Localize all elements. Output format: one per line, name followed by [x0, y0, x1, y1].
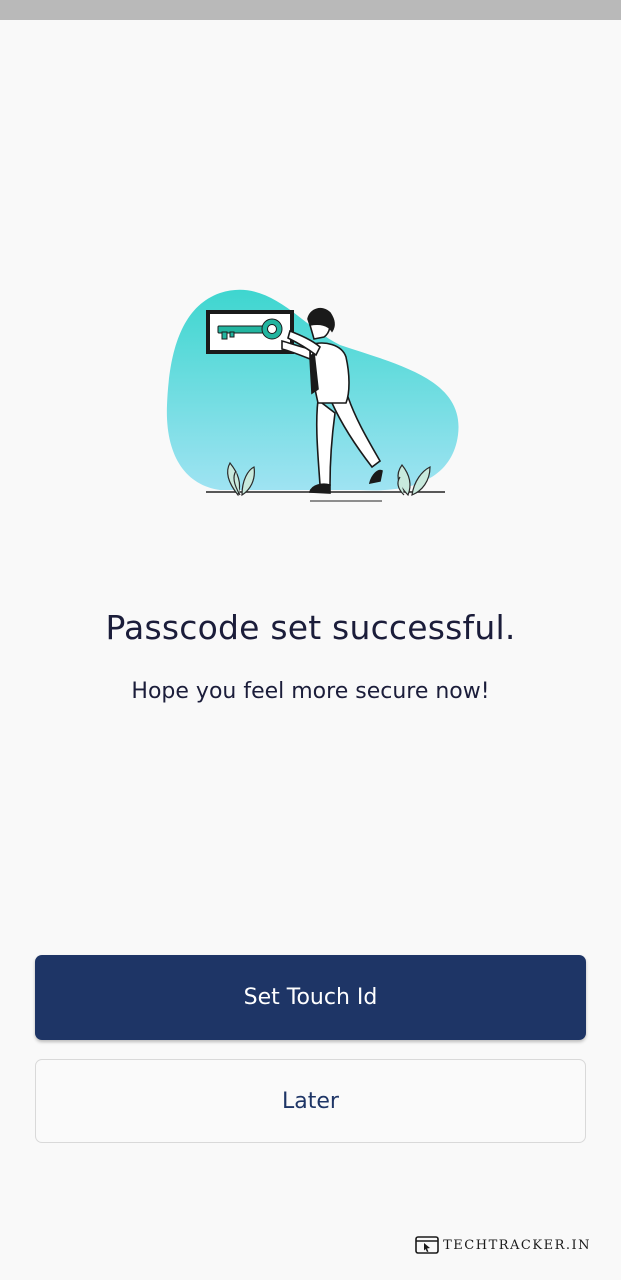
later-button[interactable]: Later: [35, 1059, 586, 1143]
browser-cursor-icon: [415, 1236, 439, 1254]
page-subtitle: Hope you feel more secure now!: [131, 679, 490, 704]
watermark: TECHTRACKER.IN: [415, 1234, 591, 1256]
watermark-text: TECHTRACKER.IN: [443, 1237, 591, 1253]
person-holding-key-frame-illustration: [166, 289, 459, 502]
status-bar: [0, 0, 621, 20]
page-title: Passcode set successful.: [105, 608, 516, 647]
passcode-success-illustration: [160, 285, 470, 510]
set-touch-id-button[interactable]: Set Touch Id: [35, 955, 586, 1040]
